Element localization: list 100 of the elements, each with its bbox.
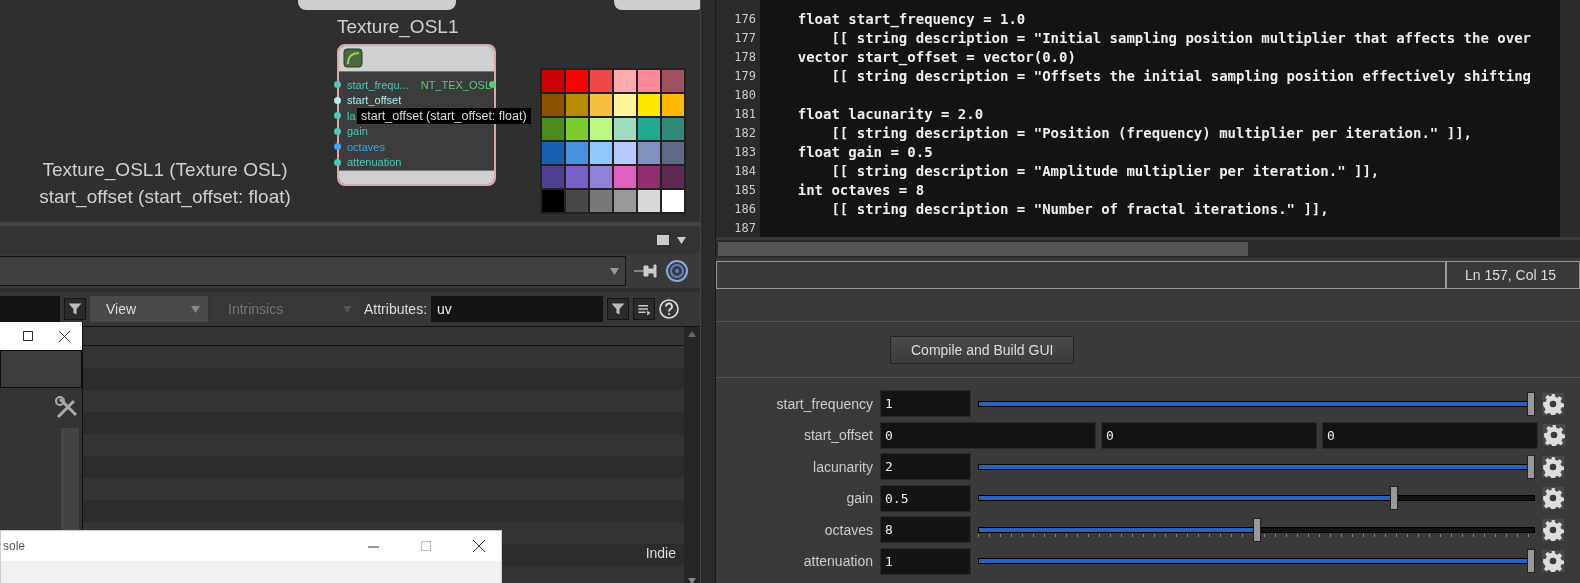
value-field[interactable]: 1 <box>880 390 971 418</box>
caret-up-icon[interactable] <box>688 331 696 337</box>
color-swatch[interactable] <box>590 70 612 92</box>
color-swatch[interactable] <box>662 94 684 116</box>
input-label: start_offset <box>347 93 402 108</box>
color-swatch[interactable] <box>638 94 660 116</box>
gear-icon[interactable] <box>1543 424 1565 447</box>
color-swatch[interactable] <box>662 70 684 92</box>
color-swatch[interactable] <box>542 142 564 164</box>
color-swatch[interactable] <box>566 118 588 140</box>
compile-button[interactable]: Compile and Build GUI <box>890 335 1075 364</box>
filter-icon[interactable] <box>607 298 630 320</box>
slider[interactable] <box>978 517 1535 542</box>
color-swatch[interactable] <box>566 70 588 92</box>
gear-icon[interactable] <box>1542 455 1564 478</box>
color-swatch[interactable] <box>614 190 636 212</box>
slider-handle[interactable] <box>1527 454 1535 479</box>
color-swatch[interactable] <box>590 142 612 164</box>
caret-down-icon[interactable] <box>688 578 696 583</box>
color-swatch[interactable] <box>638 142 660 164</box>
value-field[interactable]: 1 <box>880 547 971 575</box>
filter-field[interactable] <box>0 296 60 322</box>
maximize-icon[interactable] <box>23 331 33 341</box>
close-icon[interactable] <box>59 330 70 342</box>
value-field[interactable]: 0 <box>1101 421 1317 449</box>
slider[interactable] <box>978 454 1535 479</box>
color-swatch[interactable] <box>542 118 564 140</box>
value-field[interactable]: 2 <box>880 453 971 481</box>
slider-handle[interactable] <box>1527 391 1535 416</box>
color-swatch[interactable] <box>542 94 564 116</box>
color-swatch[interactable] <box>566 142 588 164</box>
slider[interactable] <box>978 391 1535 416</box>
gear-icon[interactable] <box>1542 550 1564 573</box>
color-swatch[interactable] <box>638 70 660 92</box>
help-icon[interactable] <box>659 299 680 319</box>
view-dropdown[interactable]: View <box>90 296 208 322</box>
color-swatch[interactable] <box>566 190 588 212</box>
slider[interactable] <box>978 486 1535 511</box>
line-number: 186 <box>733 201 756 218</box>
color-swatch[interactable] <box>590 118 612 140</box>
color-swatch[interactable] <box>662 118 684 140</box>
pin-icon[interactable] <box>634 263 658 279</box>
value-field[interactable]: 0.5 <box>880 484 971 512</box>
table-row[interactable] <box>82 346 684 368</box>
value-field[interactable]: 0 <box>1322 421 1538 449</box>
target-icon[interactable] <box>666 260 688 282</box>
color-swatch[interactable] <box>662 142 684 164</box>
table-row[interactable] <box>82 478 684 500</box>
list-icon[interactable] <box>633 298 656 320</box>
input-dot[interactable] <box>334 96 341 104</box>
input-dot[interactable] <box>334 81 341 88</box>
tools-icon[interactable] <box>54 395 80 421</box>
scrollbar[interactable] <box>61 428 79 530</box>
input-dot[interactable] <box>334 158 341 166</box>
color-swatch[interactable] <box>638 118 660 140</box>
color-swatch[interactable] <box>614 118 636 140</box>
color-swatch[interactable] <box>566 94 588 116</box>
input-dot[interactable] <box>334 143 341 150</box>
color-swatch[interactable] <box>542 190 564 212</box>
scrollbar[interactable] <box>716 240 1580 258</box>
color-swatch[interactable] <box>662 190 684 212</box>
line-number: 180 <box>733 87 756 104</box>
square-icon[interactable] <box>657 235 669 245</box>
color-swatch[interactable] <box>566 166 588 188</box>
color-swatch[interactable] <box>662 166 684 188</box>
slider[interactable] <box>978 549 1535 574</box>
color-swatch[interactable] <box>614 166 636 188</box>
color-swatch[interactable] <box>614 70 636 92</box>
filter-icon[interactable] <box>64 298 86 320</box>
scrollbar[interactable] <box>684 327 700 583</box>
value-field[interactable]: 0 <box>880 421 1096 449</box>
color-swatch[interactable] <box>614 94 636 116</box>
gear-icon[interactable] <box>1542 487 1564 510</box>
scrollbar[interactable] <box>1560 0 1580 237</box>
input-dot[interactable] <box>334 112 341 119</box>
color-swatch[interactable] <box>638 166 660 188</box>
slider-handle[interactable] <box>1252 517 1261 542</box>
color-swatch[interactable] <box>590 190 612 212</box>
attributes-field[interactable]: uv <box>431 296 604 322</box>
color-swatch[interactable] <box>542 70 564 92</box>
value-field[interactable]: 8 <box>880 516 971 544</box>
table-row[interactable] <box>82 434 684 456</box>
slider-handle[interactable] <box>1389 486 1398 511</box>
input-label: attenuation <box>347 155 402 170</box>
color-swatch[interactable] <box>590 166 612 188</box>
color-swatch[interactable] <box>638 190 660 212</box>
gear-icon[interactable] <box>1542 392 1564 415</box>
color-swatch[interactable] <box>590 94 612 116</box>
color-swatch[interactable] <box>542 166 564 188</box>
output-dot[interactable] <box>489 81 496 88</box>
path-field[interactable] <box>0 256 626 286</box>
slider-handle[interactable] <box>1527 549 1535 574</box>
line-number: 187 <box>733 220 756 237</box>
gear-icon[interactable] <box>1542 518 1564 541</box>
code-line: [[ string description = "Amplitude multiplier per iteration." ]], <box>830 163 1380 179</box>
code-editor[interactable] <box>716 0 1580 237</box>
caret-icon[interactable] <box>677 236 686 244</box>
close-icon[interactable] <box>473 540 485 552</box>
input-dot[interactable] <box>334 127 341 135</box>
color-swatch[interactable] <box>614 142 636 164</box>
